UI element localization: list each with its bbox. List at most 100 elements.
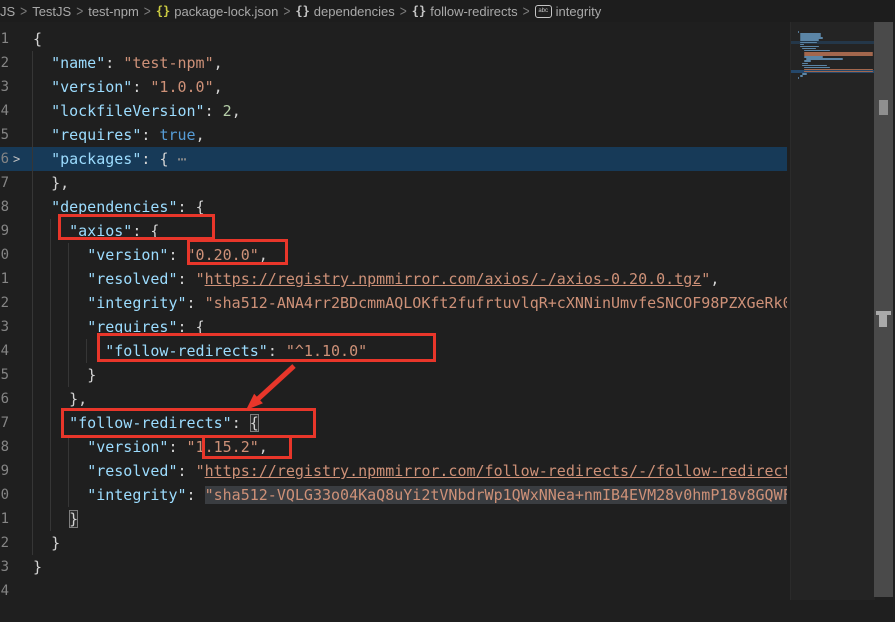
breadcrumb-item-follow-redirects[interactable]: {}follow-redirects [412,4,518,19]
token-key: "lockfileVersion" [51,102,205,120]
code-text: } [33,531,60,555]
token-punc: , [259,438,268,456]
minimap-line [802,65,827,67]
line-number: 7 [0,171,9,195]
code-line-9[interactable]: 9 "axios": { [0,219,787,243]
token-punc: } [33,558,42,576]
code-line-24[interactable]: 24 [0,579,787,603]
code-text: "name": "test-npm", [33,51,223,75]
breadcrumb-item-dependencies[interactable]: {}dependencies [295,4,394,19]
code-line-14[interactable]: 14 "follow-redirects": "^1.10.0" [0,339,787,363]
code-text: } [33,507,78,531]
editor-pane[interactable]: 1{2 "name": "test-npm",3 "version": "1.0… [0,22,875,622]
line-number: 1 [0,27,9,51]
token-punc: } [87,366,96,384]
breadcrumb-label: integrity [556,4,602,19]
minimap-line [806,58,843,60]
token-str: "1.0.0" [150,78,213,96]
code-line-13[interactable]: 13 "requires": { [0,315,787,339]
code-line-3[interactable]: 3 "version": "1.0.0", [0,75,787,99]
code-line-11[interactable]: 11 "resolved": "https://registry.npmmirr… [0,267,787,291]
line-number: 13 [0,315,9,339]
token-key: "integrity" [87,294,186,312]
line-number: 10 [0,243,9,267]
code-line-6[interactable]: 6> "packages": { ⋯ [0,147,787,171]
token-punc: : [268,342,286,360]
code-text: "integrity": "sha512-VQLG33o04KaQ8uYi2tV… [33,483,787,507]
token-sel: "sha512-VQLG33o04KaQ8uYi2tVNbdrWp1QWxNNe… [205,486,787,504]
token-key: "packages" [51,150,141,168]
token-link[interactable]: https://registry.npmmirror.com/axios/-/a… [205,270,702,288]
breadcrumb-item-integrity[interactable]: abc integrity [535,4,602,19]
code-text: "follow-redirects": "^1.10.0" [33,339,367,363]
token-key: "follow-redirects" [69,414,232,432]
token-punc: : [141,126,159,144]
line-number: 3 [0,75,9,99]
fold-chevron-icon[interactable]: > [13,147,20,171]
line-number: 21 [0,507,9,531]
code-text: } [33,363,96,387]
code-line-2[interactable]: 2 "name": "test-npm", [0,51,787,75]
vertical-scrollbar[interactable] [874,22,893,597]
drag-handle-stem[interactable] [879,315,887,327]
token-fold: ⋯ [168,150,186,168]
breadcrumb-label: follow-redirects [430,4,517,19]
code-text: { [33,27,42,51]
token-key: "requires" [51,126,141,144]
line-number: 22 [0,531,9,555]
code-line-20[interactable]: 20 "integrity": "sha512-VQLG33o04KaQ8uYi… [0,483,787,507]
token-str: "test-npm" [123,54,213,72]
code-line-22[interactable]: 22 } [0,531,787,555]
token-punc: }, [69,390,87,408]
token-str: "1.15.2" [187,438,259,456]
token-link[interactable]: https://registry.npmmirror.com/follow-re… [205,462,787,480]
token-punc: { [150,222,159,240]
chevron-right-separator: > [283,2,290,20]
code-line-16[interactable]: 16 }, [0,387,787,411]
code-line-4[interactable]: 4 "lockfileVersion": 2, [0,99,787,123]
breadcrumb-item-package-lock-json[interactable]: {}package-lock.json [156,4,279,19]
chevron-right-separator: > [20,2,27,20]
token-brkt: { [250,414,259,432]
breadcrumb-item-testjs[interactable]: TestJS [32,4,71,19]
token-punc: : [168,438,186,456]
code-text: "version": "1.0.0", [33,75,223,99]
token-punc: : [187,486,205,504]
token-str: "sha512-ANA4rr2BDcmmAQLOKft2fufrtuvlqR+c… [205,294,787,312]
breadcrumb-label: test-npm [88,4,139,19]
code-line-17[interactable]: 17 "follow-redirects": { [0,411,787,435]
code-line-15[interactable]: 15 } [0,363,787,387]
token-bool: true [159,126,195,144]
code-line-23[interactable]: 23} [0,555,787,579]
code-text: }, [33,171,69,195]
line-number: 16 [0,387,9,411]
minimap[interactable] [790,22,875,600]
token-punc: } [51,534,60,552]
code-line-12[interactable]: 12 "integrity": "sha512-ANA4rr2BDcmmAQLO… [0,291,787,315]
line-number: 24 [0,579,9,603]
token-punc: : [141,150,159,168]
code-line-8[interactable]: 8 "dependencies": { [0,195,787,219]
token-punc: : [178,270,196,288]
scrollbar-thumb[interactable] [879,100,888,115]
code-line-10[interactable]: 10 "version": "0.20.0", [0,243,787,267]
code-line-21[interactable]: 21 } [0,507,787,531]
token-punc: }, [51,174,69,192]
token-str: "0.20.0" [187,246,259,264]
breadcrumb-label: TestJS [32,4,71,19]
line-number: 11 [0,267,9,291]
string-symbol-icon: abc [535,5,552,18]
token-punc: : [178,462,196,480]
code-line-19[interactable]: 19 "resolved": "https://registry.npmmirr… [0,459,787,483]
code-line-7[interactable]: 7 }, [0,171,787,195]
code-line-18[interactable]: 18 "version": "1.15.2", [0,435,787,459]
breadcrumb: JS>TestJS>test-npm>{}package-lock.json>{… [0,0,895,22]
breadcrumb-item-js[interactable]: JS [0,4,15,19]
breadcrumb-item-test-npm[interactable]: test-npm [88,4,139,19]
code-line-1[interactable]: 1{ [0,27,787,51]
token-punc: { [33,30,42,48]
code-line-5[interactable]: 5 "requires": true, [0,123,787,147]
vscode-window: JS>TestJS>test-npm>{}package-lock.json>{… [0,0,895,622]
token-brkt: } [69,510,78,528]
token-punc: : [178,198,196,216]
